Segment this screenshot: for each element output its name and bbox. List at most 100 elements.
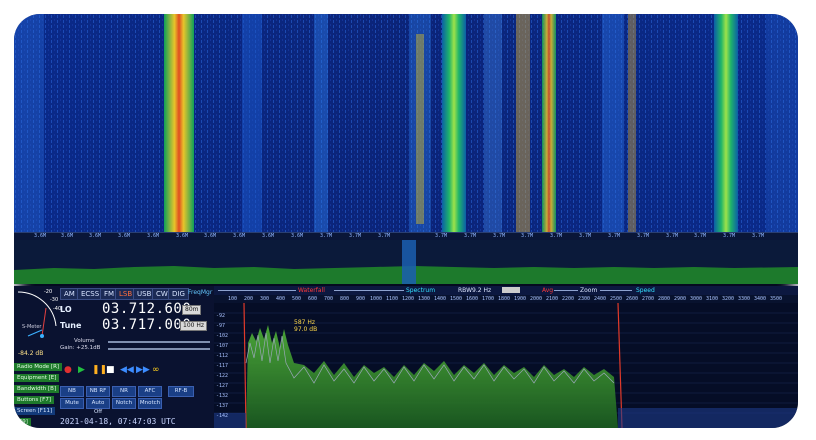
dsp-notch-button[interactable]: Notch <box>112 398 136 409</box>
speed-label: Speed <box>636 287 655 294</box>
rewind-icon[interactable]: ◀◀ <box>120 365 134 375</box>
zoom-label: Zoom <box>580 287 598 294</box>
x-tick: 1300 <box>418 296 431 302</box>
y-tick: -122 <box>216 373 229 379</box>
x-tick: 100 <box>228 296 238 302</box>
y-tick: -107 <box>216 343 229 349</box>
peak-marker-readout: 587 Hz 97.0 dB <box>294 319 317 333</box>
spectrum-frequency-axis: 100 200 300 400 500 600 700 800 900 1000… <box>214 295 798 303</box>
x-tick: 2100 <box>546 296 559 302</box>
x-tick: 800 <box>340 296 350 302</box>
x-tick: 3000 <box>690 296 703 302</box>
y-tick: -132 <box>216 393 229 399</box>
x-tick: 2400 <box>594 296 607 302</box>
x-tick: 2600 <box>626 296 639 302</box>
pause-icon[interactable]: ❚❚ <box>92 365 107 375</box>
mode-selector: AM ECSS FM LSB USB CW DIG FreqMgr <box>60 286 214 300</box>
marker-level: 97.0 dB <box>294 326 318 333</box>
rbw-label: RBW <box>458 287 473 294</box>
fullscreen-button[interactable]: Screen [F11] <box>14 407 56 415</box>
x-tick: 1100 <box>386 296 399 302</box>
utc-clock: 2021-04-18, 07:47:03 UTC <box>60 417 176 426</box>
s-meter-tick: -20 <box>44 289 53 295</box>
y-tick: -92 <box>216 313 226 319</box>
waterfall-display[interactable] <box>14 14 798 232</box>
loop-icon[interactable]: ∞ <box>152 365 160 375</box>
radio-mode-button[interactable]: Radio Mode [R] <box>14 363 63 371</box>
band-select[interactable]: 80m <box>182 305 202 315</box>
x-tick: 3400 <box>754 296 767 302</box>
x-tick: 2900 <box>674 296 687 302</box>
x-tick: 1000 <box>370 296 383 302</box>
averaging-select[interactable] <box>502 287 520 293</box>
f9-button[interactable]: [F9] <box>14 418 31 426</box>
y-tick: -127 <box>216 383 229 389</box>
avg-label: Avg <box>542 287 554 294</box>
x-tick: 900 <box>356 296 366 302</box>
x-tick: 3200 <box>722 296 735 302</box>
dsp-nb-button[interactable]: NB <box>60 386 84 397</box>
lo-frequency-display[interactable]: 03.712.600 <box>102 301 191 317</box>
sdr-application: 3.6M 3.6M 3.6M 3.6M 3.6M 3.6M 3.6M 3.6M … <box>14 14 798 428</box>
tune-frequency-display[interactable]: 03.717.000 <box>102 317 191 333</box>
x-tick: 3100 <box>706 296 719 302</box>
x-tick: 1700 <box>482 296 495 302</box>
marker-frequency: 587 Hz <box>294 319 316 326</box>
speed-slider[interactable] <box>600 290 632 291</box>
buttons-toggle[interactable]: Buttons [F7] <box>14 396 54 404</box>
x-tick: 2200 <box>562 296 575 302</box>
receiver-controls: -20 -30 -40 S-Meter -84.2 dB AM ECSS FM … <box>14 286 214 428</box>
x-tick: 300 <box>260 296 270 302</box>
zoom-slider[interactable] <box>554 290 578 291</box>
x-tick: 500 <box>292 296 302 302</box>
volume-slider[interactable] <box>108 341 210 343</box>
s-meter-label: S-Meter <box>22 324 42 330</box>
audio-spectrum-panel: Waterfall Spectrum RBW 9.2 Hz Avg Zoom S… <box>214 286 798 428</box>
bandwidth-button[interactable]: Bandwidth [B] <box>14 385 60 393</box>
x-tick: 2500 <box>610 296 623 302</box>
x-tick: 200 <box>244 296 254 302</box>
gain-slider[interactable] <box>108 348 210 350</box>
spectrum-label: Spectrum <box>406 287 436 294</box>
x-tick: 3500 <box>770 296 783 302</box>
tuning-window-indicator <box>402 240 416 284</box>
x-tick: 600 <box>308 296 318 302</box>
x-tick: 2800 <box>658 296 671 302</box>
step-select[interactable]: 100 Hz <box>180 321 208 331</box>
x-tick: 1400 <box>434 296 447 302</box>
x-tick: 1800 <box>498 296 511 302</box>
y-tick: -137 <box>216 403 229 409</box>
x-tick: 700 <box>324 296 334 302</box>
lo-label: LO <box>60 305 72 314</box>
mode-dig-button[interactable]: DIG <box>168 288 189 300</box>
x-tick: 2000 <box>530 296 543 302</box>
waterfall-level-slider[interactable] <box>218 290 296 291</box>
stop-icon[interactable]: ■ <box>106 365 115 375</box>
play-icon[interactable]: ▶ <box>78 365 85 375</box>
spectrum-toolbar: Waterfall Spectrum RBW 9.2 Hz Avg Zoom S… <box>214 286 798 295</box>
overview-spectrum[interactable] <box>14 240 798 284</box>
dsp-rfb-button[interactable]: RF-B <box>168 386 194 397</box>
spectrum-level-slider[interactable] <box>334 290 404 291</box>
volume-label: Volume <box>74 338 95 344</box>
s-meter-tick: -30 <box>50 297 59 303</box>
dsp-autooff-button[interactable]: Auto Off <box>86 398 110 415</box>
x-tick: 2700 <box>642 296 655 302</box>
rbw-value: 9.2 Hz <box>472 287 492 294</box>
tune-label: Tune <box>60 321 82 330</box>
y-tick: -142 <box>216 413 229 419</box>
x-tick: 2300 <box>578 296 591 302</box>
dsp-afc-button[interactable]: AFC <box>138 386 162 397</box>
dsp-mnotch-button[interactable]: Mnotch <box>138 398 162 409</box>
freq-manager-link[interactable]: FreqMgr <box>188 289 212 296</box>
record-icon[interactable]: ● <box>64 365 72 375</box>
dsp-nr-button[interactable]: NR <box>112 386 136 397</box>
x-tick: 1600 <box>466 296 479 302</box>
forward-icon[interactable]: ▶▶ <box>136 365 150 375</box>
x-tick: 1900 <box>514 296 527 302</box>
y-tick: -97 <box>216 323 226 329</box>
dsp-mute-button[interactable]: Mute <box>60 398 84 409</box>
mode-am-button[interactable]: AM <box>60 288 79 300</box>
dsp-nbrf-button[interactable]: NB RF <box>86 386 110 397</box>
equipment-button[interactable]: Equipment [E] <box>14 374 60 382</box>
